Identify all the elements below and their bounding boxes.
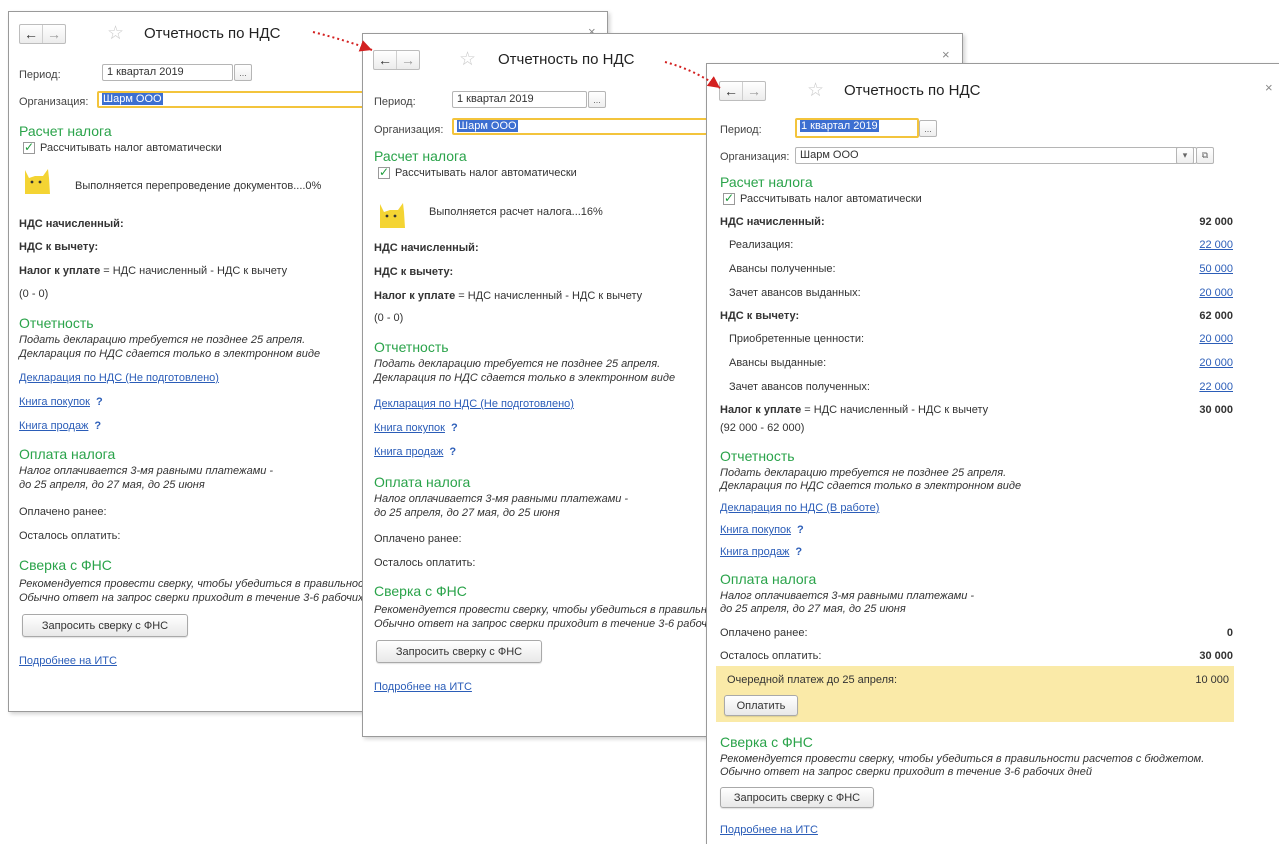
connector-arrow-2 [664, 61, 721, 89]
connector-arrows [312, 31, 721, 89]
connector-arrow-1 [312, 31, 373, 52]
